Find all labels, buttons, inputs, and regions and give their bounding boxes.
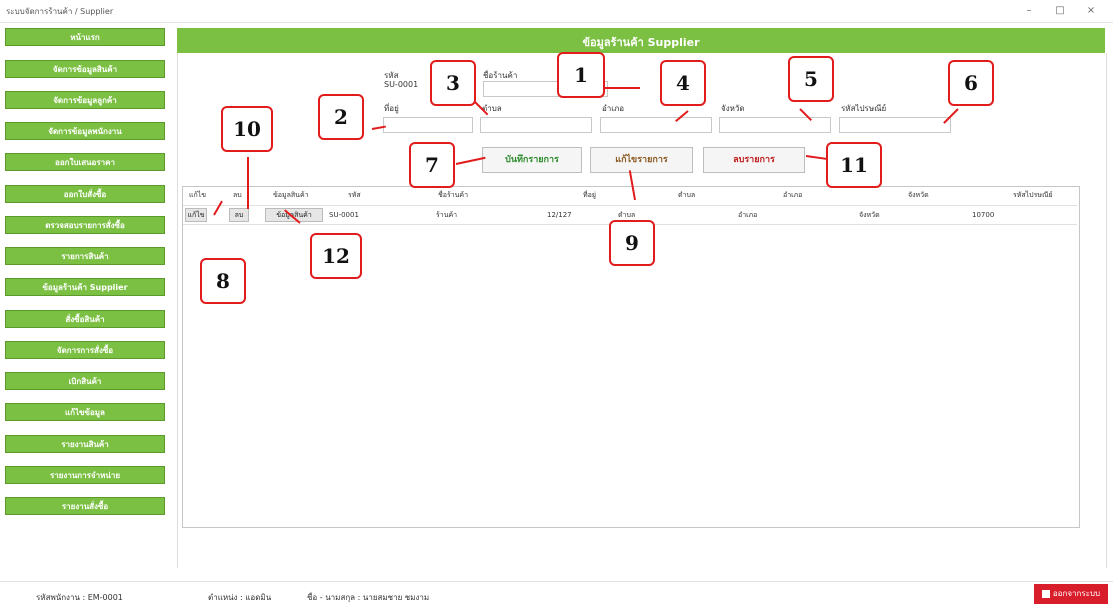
sidebar-item-report-products[interactable]: รายงานสินค้า [5,435,165,453]
sidebar: หน้าแรก จัดการข้อมูลสินค้า จัดการข้อมูลล… [5,25,167,565]
sidebar-item-report-sales[interactable]: รายงานการจำหน่าย [5,466,165,484]
amphoe-field[interactable] [600,117,712,133]
callout-6: 6 [948,60,994,106]
postcode-field[interactable] [839,117,951,133]
save-button[interactable]: บันทึกรายการ [482,147,582,173]
sidebar-item-employees[interactable]: จัดการข้อมูลพนักงาน [5,122,165,140]
delete-button[interactable]: ลบรายการ [703,147,805,173]
minimize-icon[interactable]: – [1018,3,1040,19]
sidebar-item-customers[interactable]: จัดการข้อมูลลูกค้า [5,91,165,109]
grid-header-shop: ชื่อร้านค้า [438,191,469,199]
callout-7: 7 [409,142,455,188]
row-delete-button[interactable]: ลบ [229,208,249,222]
callout-10-leader [247,157,249,209]
grid-header-district: ตำบล [678,191,696,199]
window-titlebar: ระบบจัดการร้านค้า / Supplier – □ × [0,0,1113,23]
grid-header-edit: แก้ไข [189,191,207,199]
callout-2: 2 [318,94,364,140]
province-field[interactable] [719,117,831,133]
sidebar-item-buy[interactable]: สั่งซื้อสินค้า [5,310,165,328]
sidebar-item-quotation[interactable]: ออกใบเสนอราคา [5,153,165,171]
callout-1: 1 [557,52,605,98]
grid-header-info: ข้อมูลสินค้า [273,191,309,199]
callout-1-leader [600,87,640,89]
grid-header-delete: ลบ [233,191,242,199]
employee-name: ชื่อ - นามสกุล : นายสมชาย ชมงาม [307,593,430,602]
sidebar-item-supplier[interactable]: ข้อมูลร้านค้า Supplier [5,278,165,296]
row-code: SU-0001 [329,211,359,219]
sidebar-item-manage-order[interactable]: จัดการการสั่งซื้อ [5,341,165,359]
district-field[interactable] [480,117,592,133]
address-label: ที่อยู่ [384,104,399,113]
amphoe-label: อำเภอ [602,104,625,113]
page-title: ข้อมูลร้านค้า Supplier [582,36,700,49]
row-edit-button[interactable]: แก้ไข [185,208,207,222]
grid-header-postcode: รหัสไปรษณีย์ [1013,191,1053,199]
logout-label: ออกจากระบบ [1052,589,1101,598]
logout-button[interactable]: ออกจากระบบ [1034,584,1108,604]
callout-5: 5 [788,56,834,102]
sidebar-item-edit[interactable]: แก้ไขข้อมูล [5,403,165,421]
window-title: ระบบจัดการร้านค้า / Supplier [6,7,114,16]
province-label: จังหวัด [721,104,745,113]
logout-icon [1041,589,1050,598]
sidebar-item-product-list[interactable]: รายการสินค้า [5,247,165,265]
close-icon[interactable]: × [1080,3,1102,19]
callout-11: 11 [826,142,882,188]
grid-header-code: รหัส [348,191,361,199]
callout-8: 8 [200,258,246,304]
maximize-icon[interactable]: □ [1049,3,1071,19]
row-address: 12/127 [547,211,572,219]
grid-header-province: จังหวัด [908,191,929,199]
postcode-label: รหัสไปรษณีย์ [841,104,887,113]
callout-9: 9 [609,220,655,266]
sidebar-item-home[interactable]: หน้าแรก [5,28,165,46]
row-postcode: 10700 [972,211,995,219]
sidebar-item-check-order[interactable]: ตรวจสอบรายการสั่งซื้อ [5,216,165,234]
employee-code: รหัสพนักงาน : EM-0001 [36,593,123,602]
sidebar-item-purchase-order[interactable]: ออกใบสั่งซื้อ [5,185,165,203]
edit-button[interactable]: แก้ไขรายการ [590,147,693,173]
status-bar: รหัสพนักงาน : EM-0001 ตำแหน่ง : แอดมิน ช… [0,581,1113,609]
row-amphoe: อำเภอ [738,211,758,219]
page-header: ข้อมูลร้านค้า Supplier [177,28,1105,53]
sidebar-item-withdraw[interactable]: เบิกสินค้า [5,372,165,390]
callout-10: 10 [221,106,273,152]
row-shop: ร้านค้า [436,211,458,219]
code-value: SU-0001 [384,80,419,89]
grid-header-amphoe: อำเภอ [783,191,803,199]
sidebar-item-report-orders[interactable]: รายงานสั่งซื้อ [5,497,165,515]
callout-12: 12 [310,233,362,279]
sidebar-item-products[interactable]: จัดการข้อมูลสินค้า [5,60,165,78]
grid-header-address: ที่อยู่ [583,191,596,199]
address-field[interactable] [383,117,473,133]
callout-3: 3 [430,60,476,106]
callout-4: 4 [660,60,706,106]
employee-position: ตำแหน่ง : แอดมิน [208,593,272,602]
row-province: จังหวัด [859,211,880,219]
